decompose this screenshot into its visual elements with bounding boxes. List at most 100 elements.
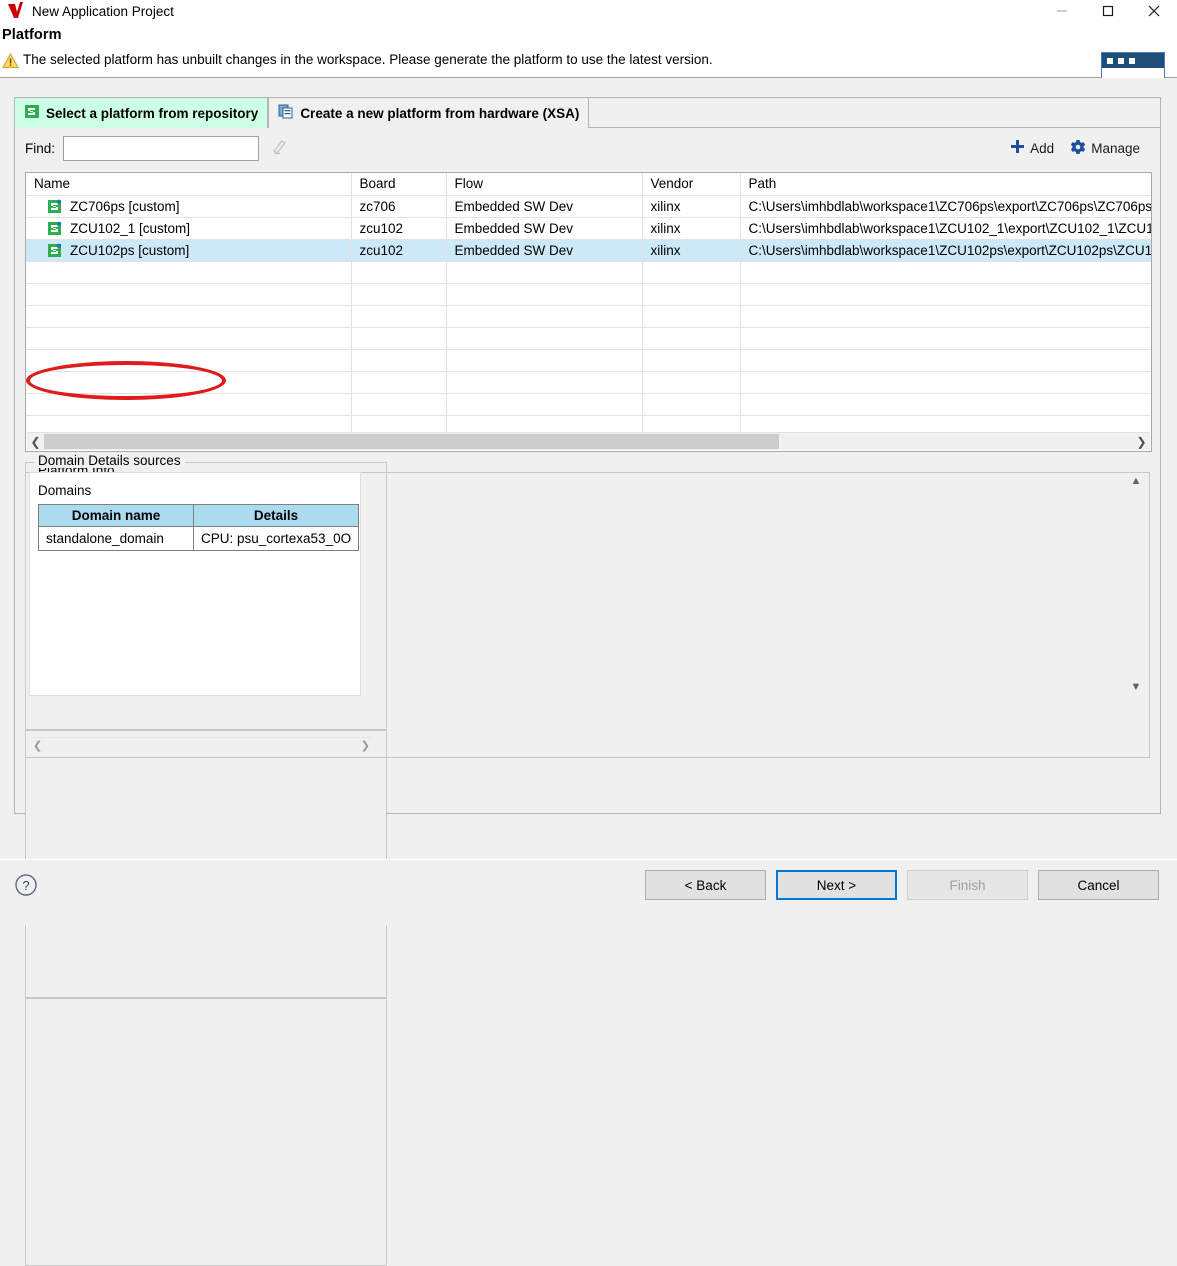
platform-vendor: xilinx <box>642 217 741 240</box>
cancel-button[interactable]: Cancel <box>1038 870 1159 900</box>
close-button[interactable] <box>1131 0 1177 22</box>
domain-content-area: Domains Domain name Details standalone_d… <box>29 472 361 696</box>
platform-flow: Embedded SW Dev <box>446 217 643 240</box>
back-button[interactable]: < Back <box>645 870 766 900</box>
scroll-down-arrow-icon[interactable]: ▼ <box>1131 679 1142 695</box>
table-row-empty[interactable] <box>26 283 1151 306</box>
svg-text:?: ? <box>22 878 29 893</box>
add-button[interactable]: Add <box>1010 139 1054 157</box>
wizard-dot-3 <box>1129 57 1135 64</box>
platform-table-grid: Name Board Flow Vendor Path ZC706ps [cus… <box>26 173 1151 438</box>
column-header-details[interactable]: Details <box>192 504 360 527</box>
new-application-project-dialog: New Application Project Platform The sel… <box>0 0 1177 1266</box>
platform-panel: Select a platform from repository Create… <box>14 95 1161 1266</box>
platform-table[interactable]: Name Board Flow Vendor Path ZC706ps [cus… <box>25 172 1152 452</box>
wizard-dot-1 <box>1107 57 1113 64</box>
table-toolbar: Add Manage <box>1010 139 1150 158</box>
warning-triangle-icon <box>2 52 19 69</box>
table-row[interactable]: ZCU102_1 [custom] zcu102 Embedded SW Dev… <box>26 217 1151 240</box>
window-title: New Application Project <box>32 3 174 19</box>
find-label: Find: <box>25 140 56 156</box>
manage-label: Manage <box>1091 140 1140 156</box>
new-platform-xsa-icon <box>278 104 294 122</box>
maximize-button[interactable] <box>1085 0 1131 22</box>
next-button[interactable]: Next > <box>776 870 897 900</box>
dialog-footer: ? < Back Next > Finish Cancel <box>0 859 1177 925</box>
platform-flow: Embedded SW Dev <box>446 239 643 262</box>
platform-repository-icon <box>24 104 40 122</box>
platform-vendor: xilinx <box>642 195 741 218</box>
title-bar: New Application Project <box>0 0 1177 22</box>
plus-icon <box>1010 139 1025 157</box>
scroll-thumb[interactable] <box>44 434 779 449</box>
table-row-empty[interactable] <box>26 349 1151 372</box>
minimize-button[interactable] <box>1039 0 1085 22</box>
search-input[interactable] <box>63 135 260 161</box>
tab-strip-filler <box>589 97 1161 128</box>
table-row-empty[interactable] <box>26 393 1151 416</box>
finish-button: Finish <box>907 870 1028 900</box>
domain-details-group: Domain Details Domains Domain name Detai… <box>25 453 1144 1266</box>
platform-flow: Embedded SW Dev <box>446 195 643 218</box>
domain-name-cell: standalone_domain <box>38 526 194 551</box>
domain-vertical-scrollbar[interactable]: ▲ ▼ <box>1128 473 1144 695</box>
tab-label: Create a new platform from hardware (XSA… <box>300 105 580 121</box>
scroll-left-arrow-icon[interactable]: ❮ <box>27 433 44 450</box>
scroll-right-arrow-icon[interactable]: ❯ <box>361 739 370 752</box>
platform-name: ZCU102ps [custom] <box>70 242 190 258</box>
add-label: Add <box>1030 140 1055 156</box>
platform-path: C:\Users\imhbdlab\workspace1\ZC706ps\exp… <box>740 195 1151 218</box>
domains-header-row: Domain name Details <box>38 504 360 527</box>
tab-content: Find: Add Manage Name Board Flow Vendor … <box>14 128 1161 1266</box>
wizard-window-icon-titlebar <box>1102 53 1164 68</box>
platform-path: C:\Users\imhbdlab\workspace1\ZCU102ps\ex… <box>740 239 1151 262</box>
tab-strip: Select a platform from repository Create… <box>14 95 1161 128</box>
footer-divider <box>0 859 1177 860</box>
column-header-vendor[interactable]: Vendor <box>642 173 741 196</box>
domains-table: Domain name Details standalone_domain CP… <box>38 504 360 551</box>
platform-star-icon <box>48 242 64 258</box>
column-header-board[interactable]: Board <box>351 173 447 196</box>
help-question-icon[interactable]: ? <box>14 873 38 897</box>
domain-horizontal-scrollbar[interactable]: ❮ ❯ <box>31 737 372 752</box>
platform-name: ZCU102_1 [custom] <box>70 220 191 236</box>
window-controls <box>1039 0 1177 22</box>
table-row-empty[interactable] <box>26 305 1151 328</box>
page-title: Platform <box>2 27 62 43</box>
scroll-left-arrow-icon[interactable]: ❮ <box>33 739 42 752</box>
filter-pencil-icon[interactable] <box>271 138 289 159</box>
table-header-row: Name Board Flow Vendor Path <box>26 173 1151 196</box>
find-row: Find: Add Manage <box>15 128 1160 168</box>
platform-board: zcu102 <box>351 217 447 240</box>
vitis-checkmark-icon <box>4 1 30 21</box>
gear-icon <box>1070 139 1086 158</box>
wizard-button-row: < Back Next > Finish Cancel <box>645 870 1159 900</box>
scroll-right-arrow-icon[interactable]: ❯ <box>1133 433 1150 450</box>
table-row-empty[interactable] <box>26 261 1151 284</box>
manage-button[interactable]: Manage <box>1070 139 1140 158</box>
domains-row[interactable]: standalone_domain CPU: psu_cortexa53_0O <box>38 526 360 551</box>
header-message: The selected platform has unbuilt change… <box>23 52 713 67</box>
scroll-track[interactable] <box>44 433 1133 450</box>
tab-select-platform-from-repository[interactable]: Select a platform from repository <box>14 97 269 128</box>
platform-board: zc706 <box>351 195 447 218</box>
table-row[interactable]: ZC706ps [custom] zc706 Embedded SW Dev x… <box>26 195 1151 218</box>
table-row-empty[interactable] <box>26 371 1151 394</box>
platform-info-group: Platform Info General Info Name: ZCU102p… <box>25 453 1150 1266</box>
platform-star-icon <box>48 220 64 236</box>
table-row-empty[interactable] <box>26 327 1151 350</box>
wizard-dot-2 <box>1118 57 1124 64</box>
table-horizontal-scrollbar[interactable]: ❮ ❯ <box>27 432 1150 450</box>
header-message-row: The selected platform has unbuilt change… <box>0 52 1177 69</box>
column-header-path[interactable]: Path <box>740 173 1151 196</box>
tab-create-new-platform-from-hardware[interactable]: Create a new platform from hardware (XSA… <box>268 97 590 128</box>
domain-details-label: Domain Details <box>34 453 134 468</box>
domains-subtitle: Domains <box>38 483 92 498</box>
dialog-body: Select a platform from repository Create… <box>0 78 1177 1266</box>
table-row-selected[interactable]: ZCU102ps [custom] zcu102 Embedded SW Dev… <box>26 239 1151 262</box>
column-header-flow[interactable]: Flow <box>446 173 643 196</box>
column-header-name[interactable]: Name <box>26 173 352 196</box>
platform-star-icon <box>48 198 64 214</box>
column-header-domain-name[interactable]: Domain name <box>38 504 194 527</box>
scroll-up-arrow-icon[interactable]: ▲ <box>1131 473 1142 489</box>
